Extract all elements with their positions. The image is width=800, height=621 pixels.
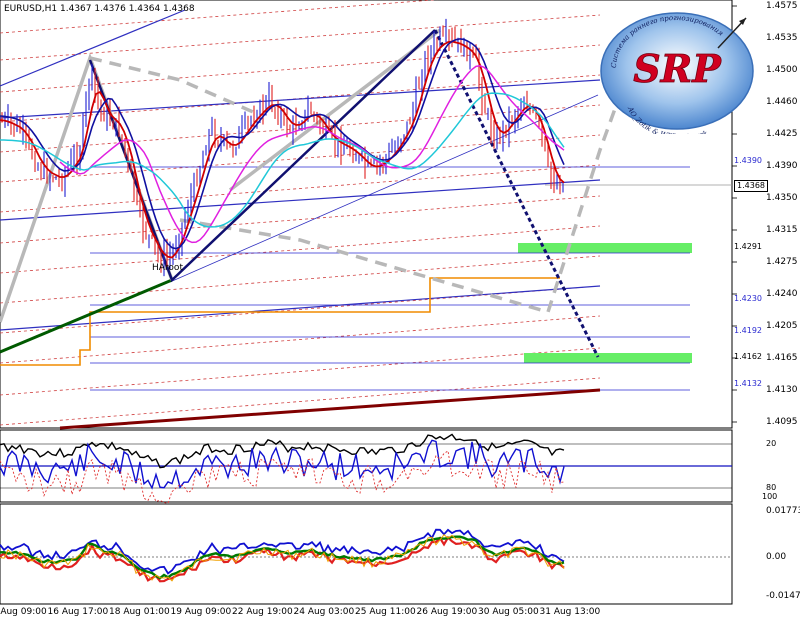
price-tick-label: 1.4460 xyxy=(766,97,798,107)
green-zone-lower xyxy=(524,353,692,363)
time-tick-label: 26 Aug 19:00 xyxy=(416,607,478,617)
level-3-tag: 1.4230 xyxy=(734,294,762,303)
osc1-level-20: 20 xyxy=(766,439,777,448)
current-price-box: 1.4368 xyxy=(734,180,768,192)
chart-header: EURUSD,H1 1.4367 1.4376 1.4364 1.4368 xyxy=(4,4,195,14)
price-tick-label: 1.4130 xyxy=(766,385,798,395)
level-5-tag: 1.4162 xyxy=(734,352,762,361)
haroot-annotation: HAroot xyxy=(152,263,183,273)
price-tick-label: 1.4205 xyxy=(766,321,798,331)
price-tick-label: 1.4315 xyxy=(766,225,798,235)
time-tick-label: 22 Aug 19:00 xyxy=(232,607,293,617)
price-tick-label: 1.4240 xyxy=(766,289,798,299)
price-tick-label: 1.4575 xyxy=(766,1,798,11)
quote-label: 1.4367 1.4376 1.4364 1.4368 xyxy=(60,4,195,14)
level-4-tag: 1.4192 xyxy=(734,326,762,335)
osc2-zero: 0.00 xyxy=(766,552,787,562)
time-tick-label: 15 Aug 09:00 xyxy=(0,607,47,617)
level-2-tag: 1.4291 xyxy=(734,242,762,251)
price-tick-label: 1.4350 xyxy=(766,193,798,203)
time-tick-label: 24 Aug 03:00 xyxy=(293,607,355,617)
time-tick-label: 19 Aug 09:00 xyxy=(170,607,232,617)
time-tick-label: 18 Aug 01:00 xyxy=(109,607,170,617)
price-tick-label: 1.4095 xyxy=(766,417,798,427)
symbol-label: EURUSD,H1 xyxy=(4,4,58,14)
osc2-max: 0.01773 xyxy=(766,506,800,516)
srp-logo-graphic: Система раннего прогнозирования AO_Zotik… xyxy=(600,12,754,141)
level-6-tag: 1.4132 xyxy=(734,379,762,388)
osc2-min: -0.01479 xyxy=(766,591,800,601)
price-tick-label: 1.4165 xyxy=(766,353,798,363)
level-1-tag: 1.4390 xyxy=(734,156,762,165)
price-tick-label: 1.4535 xyxy=(766,33,798,43)
logo-main-text: SRP xyxy=(633,46,722,91)
time-tick-label: 25 Aug 11:00 xyxy=(355,607,416,617)
time-tick-label: 31 Aug 13:00 xyxy=(539,607,601,617)
price-tick-label: 1.4390 xyxy=(766,161,798,171)
price-tick-label: 1.4275 xyxy=(766,257,798,267)
time-tick-label: 16 Aug 17:00 xyxy=(47,607,109,617)
price-tick-label: 1.4425 xyxy=(766,129,798,139)
price-tick-label: 1.4500 xyxy=(766,65,798,75)
srp-logo: Система раннего прогнозирования AO_Zotik… xyxy=(598,8,756,141)
time-tick-label: 30 Aug 05:00 xyxy=(478,607,539,617)
osc1-level-100: 100 xyxy=(762,492,778,501)
